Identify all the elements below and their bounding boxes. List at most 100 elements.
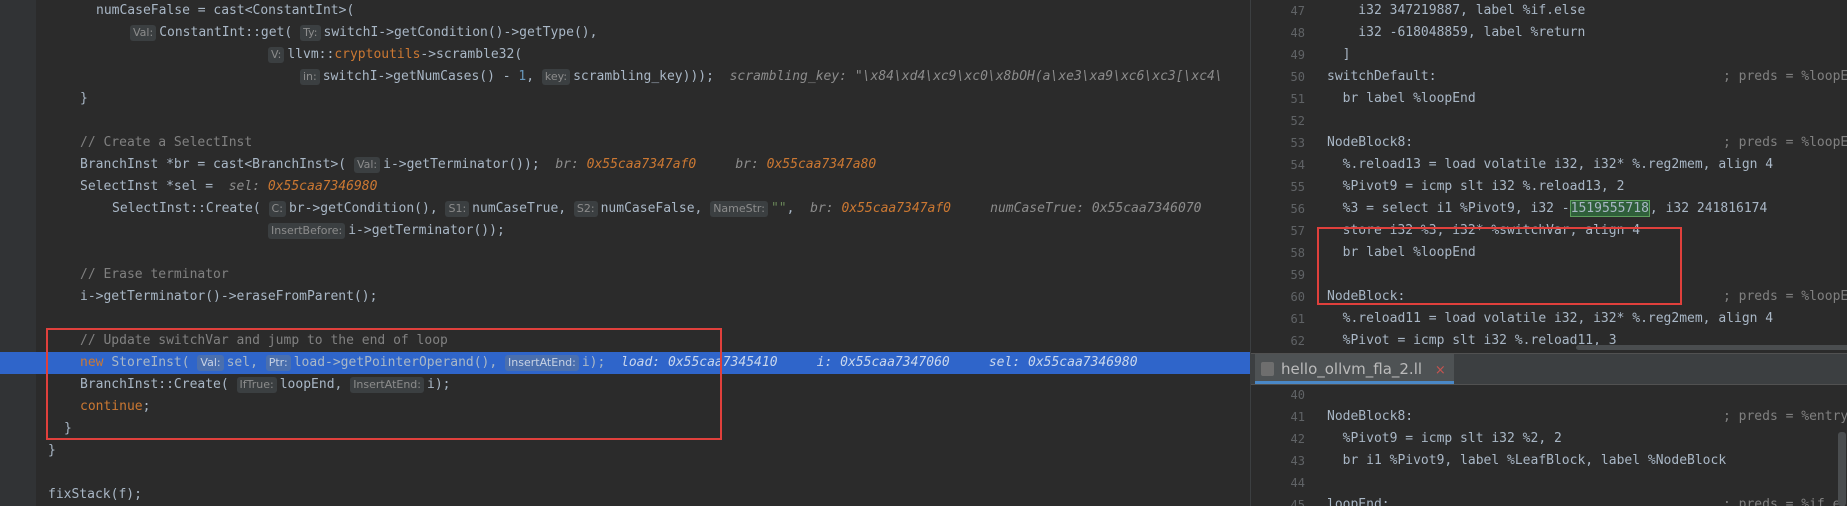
code-line[interactable]: fixStack(f);: [0, 484, 1250, 506]
tab-label: hello_ollvm_fla_2.ll: [1281, 360, 1423, 378]
ll-code-text: switchDefault:: [1327, 69, 1437, 84]
ll-code-line[interactable]: 56 %3 = select i1 %Pivot9, i32 -15195557…: [1251, 198, 1847, 220]
close-icon[interactable]: ×: [1435, 363, 1446, 378]
ll-code-line[interactable]: 55 %Pivot9 = icmp slt i32 %.reload13, 2: [1251, 176, 1847, 198]
ll-code-line[interactable]: 48 i32 -618048859, label %return: [1251, 22, 1847, 44]
debug-value: br:: [810, 201, 842, 216]
code-line[interactable]: }: [0, 440, 1250, 462]
code-line[interactable]: [0, 308, 1250, 330]
vertical-scrollbar[interactable]: [1838, 432, 1846, 506]
code-line[interactable]: // Erase terminator: [0, 264, 1250, 286]
code-token: ConstantInt::get(: [159, 25, 301, 40]
ll-code-line[interactable]: 54 %.reload13 = load volatile i32, i32* …: [1251, 154, 1847, 176]
code-line[interactable]: in: switchI->getNumCases() - 1, key: scram…: [0, 66, 1250, 88]
code-token: numCaseFalse = cast<ConstantInt>(: [96, 3, 355, 18]
ll-code-line[interactable]: 44: [1251, 472, 1847, 494]
code-line[interactable]: BranchInst::Create( IfTrue: loopEnd, Inse…: [0, 374, 1250, 396]
ll-code-text: loopEnd:: [1327, 497, 1390, 506]
line-number: 51: [1290, 92, 1305, 106]
parameter-hint: S2:: [573, 201, 598, 217]
parameter-hint: Val:: [197, 355, 224, 371]
editor-ll[interactable]: 47 i32 347219887, label %if.else 48 i32 -…: [1250, 0, 1847, 506]
ll-code-line[interactable]: 45 loopEnd: ; preds = %if.el: [1251, 494, 1847, 506]
ll-code-line[interactable]: 57 store i32 %3, i32* %switchVar, align …: [1251, 220, 1847, 242]
line-number: 49: [1290, 48, 1305, 62]
ll-code-line[interactable]: 41 NodeBlock8: ; preds = %entry: [1251, 406, 1847, 428]
ll-code-text: %3 = select i1 %Pivot9, i32 -1519555718,…: [1327, 200, 1768, 217]
code-line[interactable]: continue;: [0, 396, 1250, 418]
ll-code-line[interactable]: 59: [1251, 264, 1847, 286]
line-number: 47: [1290, 4, 1305, 18]
code-line[interactable]: [0, 242, 1250, 264]
ll-code-line[interactable]: 43 br i1 %Pivot9, label %LeafBlock, labe…: [1251, 450, 1847, 472]
ll-code-text: br label %loopEnd: [1327, 245, 1476, 260]
code-token: new: [80, 355, 112, 370]
parameter-hint: C:: [268, 201, 286, 217]
ll-code-line[interactable]: 47 i32 347219887, label %if.else: [1251, 0, 1847, 22]
code-line[interactable]: SelectInst *sel = sel: 0x55caa7346980: [0, 176, 1250, 198]
preds-comment: ; preds = %entry: [1723, 409, 1847, 424]
code-line[interactable]: // Create a SelectInst: [0, 132, 1250, 154]
code-token: }: [64, 421, 72, 436]
code-line[interactable]: BranchInst *br = cast<BranchInst>( Val: i…: [0, 154, 1250, 176]
horizontal-scrollbar[interactable]: [1576, 345, 1847, 350]
parameter-hint: S1:: [445, 201, 470, 217]
parameter-hint: Val:: [353, 157, 381, 173]
code-token: sel,: [226, 355, 266, 370]
ll-code-line[interactable]: 53 NodeBlock8: ; preds = %loopE: [1251, 132, 1847, 154]
code-token: load->getPointerOperand(),: [293, 355, 506, 370]
debug-value: 0x55caa7347af0: [841, 201, 952, 216]
ll-code-text: store i32 %3, i32* %switchVar, align 4: [1327, 223, 1641, 238]
line-number: 57: [1290, 224, 1305, 238]
code-token: ,: [526, 69, 542, 84]
code-line[interactable]: Val: ConstantInt::get( Ty: switchI->getCon…: [0, 22, 1250, 44]
editor-tab-bar: hello_ollvm_fla_2.ll ×: [1251, 353, 1847, 385]
code-line[interactable]: i->getTerminator()->eraseFromParent();: [0, 286, 1250, 308]
parameter-hint: Ptr:: [265, 355, 291, 371]
editor-cpp[interactable]: numCaseFalse = cast<ConstantInt>(Val: Con…: [0, 0, 1250, 506]
code-token: BranchInst::Create(: [80, 377, 237, 392]
code-line[interactable]: InsertBefore: i->getTerminator());: [0, 220, 1250, 242]
code-line[interactable]: }: [0, 418, 1250, 440]
line-number: 40: [1290, 388, 1305, 402]
preds-comment: ; preds = %if.el: [1723, 497, 1847, 506]
code-token: i);: [427, 377, 451, 392]
parameter-hint: InsertBefore:: [268, 223, 346, 239]
tab-hello-ollvm-fla-2-ll[interactable]: hello_ollvm_fla_2.ll ×: [1255, 354, 1454, 384]
ll-code-line[interactable]: 42 %Pivot9 = icmp slt i32 %2, 2: [1251, 428, 1847, 450]
code-token: // Create a SelectInst: [80, 135, 253, 150]
preds-comment: ; preds = %loopE: [1723, 135, 1847, 150]
ll-code-text: i32 -618048859, label %return: [1327, 25, 1586, 40]
code-line[interactable]: numCaseFalse = cast<ConstantInt>(: [0, 0, 1250, 22]
ll-code-line[interactable]: 58 br label %loopEnd: [1251, 242, 1847, 264]
ll-code-text: i32 347219887, label %if.else: [1327, 3, 1586, 18]
parameter-hint: Ty:: [300, 25, 321, 41]
code-token: StoreInst(: [111, 355, 198, 370]
code-line[interactable]: new StoreInst( Val: sel, Ptr: load->getPoi…: [0, 352, 1250, 374]
code-token: // Erase terminator: [80, 267, 229, 282]
ll-code-text: NodeBlock:: [1327, 289, 1406, 304]
code-line[interactable]: SelectInst::Create( C: br->getCondition()…: [0, 198, 1250, 220]
ll-code-line[interactable]: 61 %.reload11 = load volatile i32, i32* …: [1251, 308, 1847, 330]
line-number: 42: [1290, 432, 1305, 446]
ll-code-line[interactable]: 51 br label %loopEnd: [1251, 88, 1847, 110]
ll-code-line[interactable]: 50 switchDefault: ; preds = %loopE: [1251, 66, 1847, 88]
code-line[interactable]: }: [0, 88, 1250, 110]
ll-code-line[interactable]: 60 NodeBlock: ; preds = %loopE: [1251, 286, 1847, 308]
code-line[interactable]: [0, 110, 1250, 132]
line-number: 61: [1290, 312, 1305, 326]
code-line[interactable]: // Update switchVar and jump to the end …: [0, 330, 1250, 352]
code-token: BranchInst *br = cast<BranchInst>(: [80, 157, 354, 172]
ll-code-line[interactable]: 40: [1251, 384, 1847, 406]
debug-value: numCaseTrue: 0x55caa7346070: [951, 201, 1202, 216]
parameter-hint: in:: [300, 69, 320, 85]
debug-value: br:: [555, 157, 587, 172]
ll-code-text: %Pivot9 = icmp slt i32 %2, 2: [1327, 431, 1562, 446]
parameter-hint: NameStr:: [710, 201, 768, 217]
code-line[interactable]: [0, 462, 1250, 484]
ll-code-line[interactable]: 52: [1251, 110, 1847, 132]
code-token: cryptoutils: [334, 47, 421, 62]
ll-code-line[interactable]: 49 ]: [1251, 44, 1847, 66]
code-line[interactable]: V: llvm::cryptoutils->scramble32(: [0, 44, 1250, 66]
code-token: "": [770, 201, 787, 216]
